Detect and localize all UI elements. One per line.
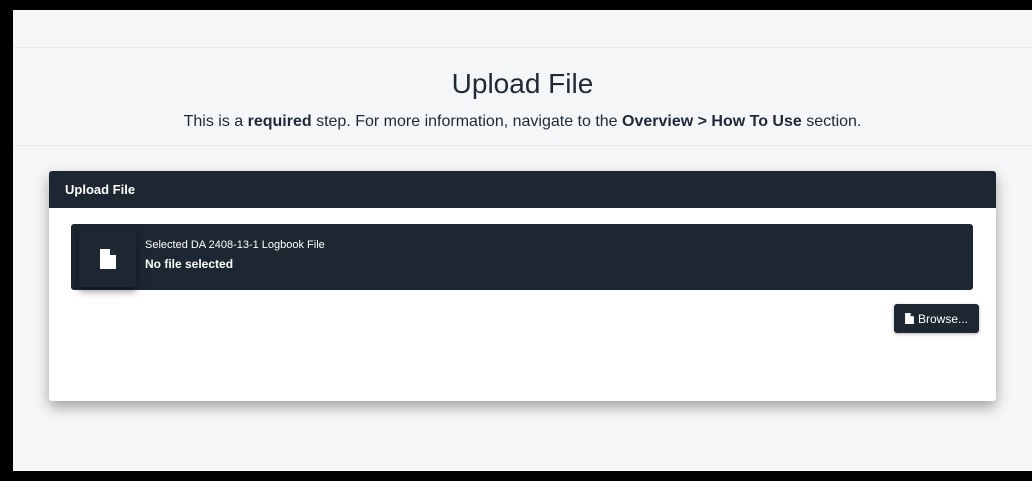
file-status: No file selected <box>145 257 234 271</box>
subtitle-section-link: Overview > How To Use <box>622 113 802 130</box>
page-subtitle: This is a required step. For more inform… <box>13 113 1032 131</box>
upload-card: Upload File Selected DA 2408-13-1 Logboo… <box>49 171 996 401</box>
card-header: Upload File <box>49 171 996 208</box>
file-selection-box[interactable]: Selected DA 2408-13-1 Logbook File No fi… <box>71 224 973 290</box>
file-icon-container <box>79 230 136 287</box>
subtitle-required: required <box>247 113 312 130</box>
subtitle-text-1: This is a <box>183 113 248 130</box>
file-icon <box>99 248 116 269</box>
file-label: Selected DA 2408-13-1 Logbook File <box>145 239 325 251</box>
file-icon <box>905 313 914 324</box>
card-header-title: Upload File <box>65 182 136 197</box>
header-divider <box>13 145 1032 146</box>
page-title: Upload File <box>451 68 594 99</box>
subtitle-text-2: step. For more information, navigate to … <box>311 113 623 130</box>
page-frame: Upload File This is a required step. For… <box>13 10 1032 471</box>
browse-button[interactable]: Browse... <box>894 304 979 333</box>
top-divider <box>13 47 1032 48</box>
subtitle-text-3: section. <box>801 113 862 130</box>
browse-button-label: Browse... <box>917 311 968 326</box>
